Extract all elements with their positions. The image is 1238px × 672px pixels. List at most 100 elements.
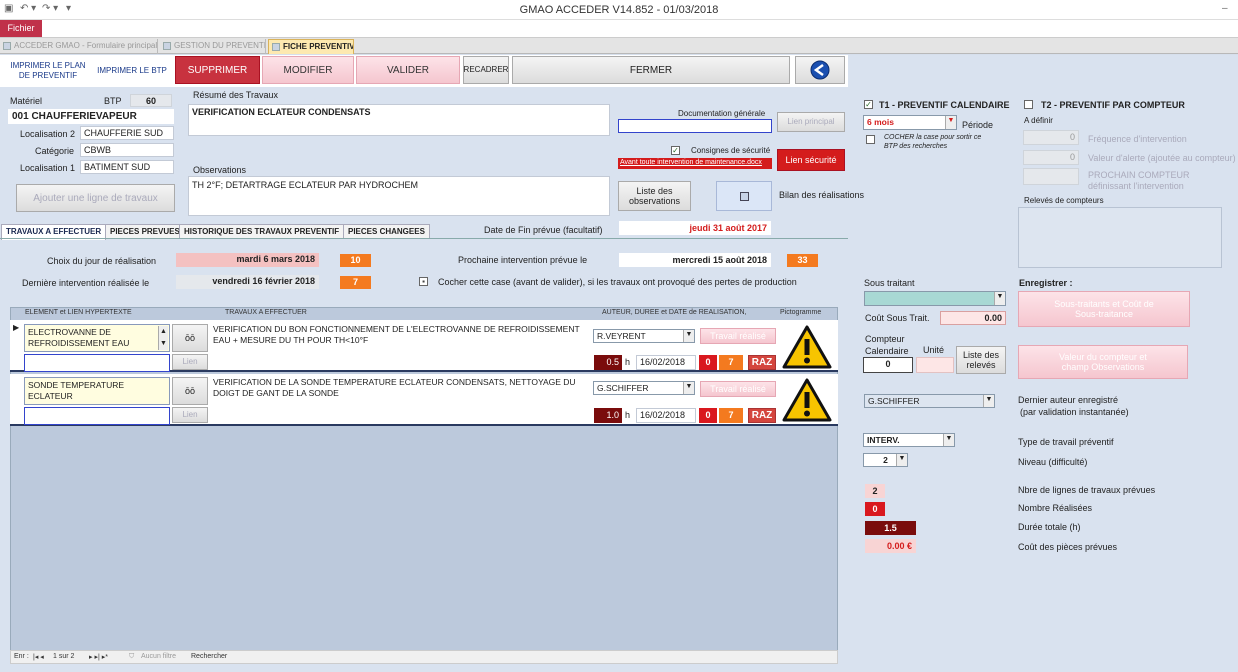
travaux-text[interactable]: VERIFICATION DE LA SONDE TEMPERATURE ECL… bbox=[213, 377, 589, 425]
binoculars-icon: ōō bbox=[184, 386, 195, 396]
sortir-btp-checkbox[interactable] bbox=[866, 135, 875, 144]
binoculars-button[interactable]: ōō bbox=[172, 324, 208, 352]
tab-pieces-prevues[interactable]: PIECES PREVUES bbox=[105, 224, 185, 239]
observations-field[interactable]: TH 2°F; DETARTRAGE ECLATEUR PAR HYDROCHE… bbox=[188, 176, 610, 216]
print-plan-button[interactable]: IMPRIMER LE PLAN DE PREVENTIF bbox=[4, 58, 92, 84]
form-icon bbox=[272, 43, 280, 51]
filter-status[interactable]: Aucun filtre bbox=[141, 653, 176, 660]
chevron-down-icon[interactable]: ▼ bbox=[683, 330, 694, 342]
compteur-field[interactable]: 0 bbox=[863, 357, 913, 373]
cout-pieces-value: 0.00 € bbox=[865, 539, 916, 553]
date-fin-field[interactable]: jeudi 31 août 2017 bbox=[619, 221, 771, 235]
element-field[interactable]: ELECTROVANNE DE REFROIDISSEMENT EAU bbox=[24, 324, 170, 352]
cout-st-label: Coût Sous Trait. bbox=[865, 313, 930, 323]
choix-date-field[interactable]: mardi 6 mars 2018 bbox=[176, 253, 319, 267]
duree-field[interactable]: 0.5 bbox=[594, 355, 622, 370]
type-select[interactable]: INTERV. ▼ bbox=[863, 433, 955, 447]
auteur-value: G.SCHIFFER bbox=[868, 396, 920, 406]
cout-st-field[interactable]: 0.00 bbox=[940, 311, 1006, 325]
prochain-compteur-field[interactable] bbox=[1023, 168, 1079, 185]
raz-button[interactable]: RAZ bbox=[748, 408, 776, 423]
unite-field[interactable] bbox=[916, 357, 954, 373]
t1-checkbox[interactable]: ✓ bbox=[864, 100, 873, 109]
date-realisation-field[interactable]: 16/02/2018 bbox=[636, 355, 696, 370]
back-button[interactable] bbox=[795, 56, 845, 84]
first-record-icon[interactable]: |◂ ◂ bbox=[33, 653, 44, 661]
periode-select[interactable]: 6 mois ▼ bbox=[863, 115, 957, 130]
hyperlink-field[interactable] bbox=[24, 407, 170, 425]
periode-value: 6 mois bbox=[867, 117, 894, 127]
sous-traitance-button[interactable]: Sous-traitants et Coût de Sous-traitance bbox=[1018, 291, 1190, 327]
minimize-icon[interactable]: – bbox=[1222, 3, 1228, 14]
niveau-select[interactable]: 2 ▼ bbox=[863, 453, 908, 467]
tab-historique[interactable]: HISTORIQUE DES TRAVAUX PREVENTIF bbox=[179, 224, 345, 239]
doc-gen-field[interactable] bbox=[618, 119, 772, 133]
prochaine-label: Prochaine intervention prévue le bbox=[458, 255, 588, 265]
bilan-button[interactable] bbox=[716, 181, 772, 211]
binoculars-button[interactable]: ōō bbox=[172, 377, 208, 405]
element-field[interactable]: SONDE TEMPERATURE ECLATEUR bbox=[24, 377, 170, 405]
raz-button[interactable]: RAZ bbox=[748, 355, 776, 370]
modify-button[interactable]: MODIFIER bbox=[262, 56, 354, 84]
element-spinner-icon[interactable]: ▲ ▼ bbox=[158, 326, 168, 350]
chevron-down-icon[interactable]: ▼ bbox=[945, 116, 956, 129]
lien-securite-button[interactable]: Lien sécurité bbox=[777, 149, 845, 171]
print-btp-button[interactable]: IMPRIMER LE BTP bbox=[96, 58, 168, 84]
valeur-compteur-button[interactable]: Valeur du compteur et champ Observations bbox=[1018, 345, 1188, 379]
record-position[interactable]: 1 sur 2 bbox=[53, 653, 74, 660]
releves-list[interactable] bbox=[1018, 207, 1222, 268]
duree-field[interactable]: 1.0 bbox=[594, 408, 622, 423]
travail-realise-button[interactable]: Travail réalisé bbox=[700, 328, 776, 344]
ribbon-bar bbox=[0, 20, 1238, 38]
liste-observations-button[interactable]: Liste des observations bbox=[618, 181, 691, 211]
search-box[interactable]: Rechercher bbox=[191, 653, 227, 660]
chevron-down-icon[interactable]: ▼ bbox=[983, 395, 994, 407]
file-menu[interactable]: Fichier bbox=[0, 20, 42, 37]
loc2-field[interactable]: CHAUFFERIE SUD bbox=[80, 126, 174, 140]
filter-icon[interactable]: ⛉ bbox=[129, 653, 134, 661]
hyperlink-field[interactable] bbox=[24, 354, 170, 372]
lien-button[interactable]: Lien bbox=[172, 407, 208, 423]
auteur-select[interactable]: R.VEYRENT ▼ bbox=[593, 329, 695, 343]
doc-tab-fiche[interactable]: FICHE PREVENTIVE bbox=[268, 39, 354, 54]
consignes-link[interactable]: Avant toute intervention de maintenance.… bbox=[618, 158, 772, 169]
lien-principal-button[interactable]: Lien principal bbox=[777, 112, 845, 132]
liste-releves-button[interactable]: Liste des relevés bbox=[956, 346, 1006, 374]
niveau-value: 2 bbox=[883, 455, 888, 465]
recadrer-button[interactable]: RECADRER bbox=[463, 56, 509, 84]
delete-button[interactable]: SUPPRIMER bbox=[175, 56, 260, 84]
chevron-down-icon[interactable]: ▼ bbox=[896, 454, 907, 466]
validate-button[interactable]: VALIDER bbox=[356, 56, 460, 84]
date-realisation-field[interactable]: 16/02/2018 bbox=[636, 408, 696, 423]
lien-button[interactable]: Lien bbox=[172, 354, 208, 370]
count-badge-red: 0 bbox=[699, 355, 717, 370]
resume-field[interactable]: VERIFICATION ECLATEUR CONDENSATS bbox=[188, 104, 610, 136]
consignes-checkbox[interactable]: ✓ bbox=[671, 146, 680, 155]
loc1-field[interactable]: BATIMENT SUD bbox=[80, 160, 174, 174]
travaux-text[interactable]: VERIFICATION DU BON FONCTIONNEMENT DE L'… bbox=[213, 324, 589, 372]
next-record-icon[interactable]: ▸ ▸| ▸* bbox=[89, 653, 108, 661]
row-selector-icon[interactable]: ▶ bbox=[13, 323, 19, 332]
doc-tab-main[interactable]: ACCEDER GMAO - Formulaire principal bbox=[0, 39, 158, 54]
tab-panel-border bbox=[0, 238, 848, 239]
doc-tab-label: GESTION DU PREVENTIF bbox=[174, 41, 266, 50]
doc-tab-preventif[interactable]: GESTION DU PREVENTIF bbox=[160, 39, 266, 54]
tab-pieces-changees[interactable]: PIECES CHANGEES bbox=[343, 224, 430, 239]
chevron-down-icon[interactable]: ▼ bbox=[683, 382, 694, 394]
chevron-down-icon[interactable]: ▼ bbox=[994, 292, 1005, 305]
perte-production-checkbox[interactable]: ▪ bbox=[419, 277, 428, 286]
auteur-select[interactable]: G.SCHIFFER ▼ bbox=[864, 394, 995, 408]
add-line-button[interactable]: Ajouter une ligne de travaux bbox=[16, 184, 175, 212]
alerte-field[interactable]: 0 bbox=[1023, 150, 1079, 165]
releves-label: Relevés de compteurs bbox=[1024, 196, 1104, 205]
prochaine-date-field[interactable]: mercredi 15 août 2018 bbox=[619, 253, 771, 267]
frequence-field[interactable]: 0 bbox=[1023, 130, 1079, 145]
categorie-field[interactable]: CBWB bbox=[80, 143, 174, 157]
t2-checkbox[interactable] bbox=[1024, 100, 1033, 109]
travail-realise-button[interactable]: Travail réalisé bbox=[700, 381, 776, 397]
auteur-select[interactable]: G.SCHIFFER ▼ bbox=[593, 381, 695, 395]
close-button[interactable]: FERMER bbox=[512, 56, 790, 84]
sous-traitant-select[interactable]: ▼ bbox=[864, 291, 1006, 306]
chevron-down-icon[interactable]: ▼ bbox=[943, 434, 954, 446]
materiel-value[interactable]: 001 CHAUFFERIEVAPEUR bbox=[8, 109, 174, 124]
